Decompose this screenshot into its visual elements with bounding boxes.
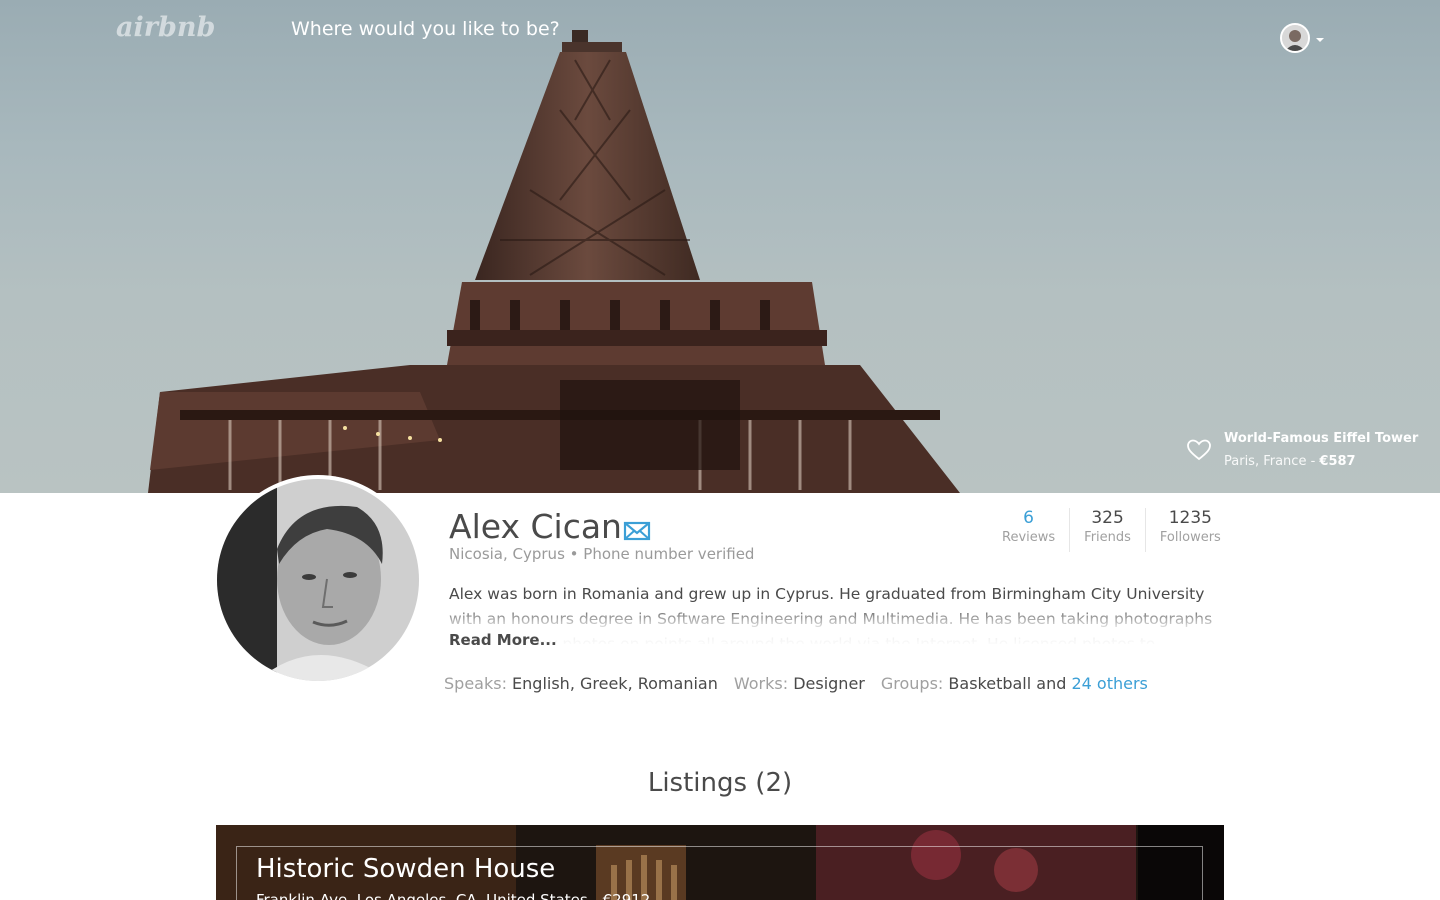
listing-subtitle: Franklin Ave, Los Angeles, CA, United St… xyxy=(256,891,651,900)
featured-subtitle: Paris, France - €587 xyxy=(1224,454,1356,469)
profile-photo xyxy=(213,475,423,685)
groups-others-link[interactable]: 24 others xyxy=(1071,674,1147,693)
stat-value: 325 xyxy=(1091,508,1124,528)
user-menu[interactable] xyxy=(1280,23,1324,53)
stat-reviews[interactable]: 6 Reviews xyxy=(988,508,1071,552)
profile-meta: Speaks: English, Greek, Romanian Works: D… xyxy=(444,674,1148,693)
listings-title: Listings (2) xyxy=(647,768,793,798)
listing-card[interactable]: Historic Sowden House Franklin Ave, Los … xyxy=(216,825,1224,900)
featured-price: €587 xyxy=(1319,454,1356,469)
caret-down-icon[interactable] xyxy=(1316,38,1324,42)
user-avatar-icon xyxy=(1282,25,1308,51)
featured-location: Paris, France xyxy=(1224,454,1307,469)
eiffel-tower-image xyxy=(148,30,960,493)
groups-label: Groups: xyxy=(880,674,944,693)
speaks-value: English, Greek, Romanian xyxy=(512,674,718,693)
stat-friends[interactable]: 325 Friends xyxy=(1070,508,1146,552)
search-prompt[interactable]: Where would you like to be? xyxy=(291,18,560,40)
featured-separator: - xyxy=(1306,454,1320,469)
profile-portrait xyxy=(217,479,419,681)
works-label: Works: xyxy=(733,674,789,693)
profile-location: Nicosia, Cyprus • Phone number verified xyxy=(449,545,755,563)
works-value: Designer xyxy=(793,674,865,693)
envelope-icon[interactable] xyxy=(623,520,651,542)
stat-value: 1235 xyxy=(1168,508,1212,528)
hero-banner: airbnb Where would you like to be? World… xyxy=(0,0,1440,493)
stat-label: Friends xyxy=(1084,530,1131,545)
groups-value: Basketball and xyxy=(948,674,1067,693)
stat-label: Followers xyxy=(1159,530,1221,545)
stat-followers[interactable]: 1235 Followers xyxy=(1146,508,1235,552)
user-avatar[interactable] xyxy=(1280,23,1310,53)
profile-stats: 6 Reviews 325 Friends 1235 Followers xyxy=(988,508,1235,552)
airbnb-logo[interactable]: airbnb xyxy=(116,12,215,43)
speaks-label: Speaks: xyxy=(444,674,507,693)
bio-fade-overlay xyxy=(449,605,1229,647)
profile-name: Alex Cican xyxy=(449,507,622,546)
featured-title[interactable]: World-Famous Eiffel Tower xyxy=(1224,431,1418,446)
heart-icon[interactable] xyxy=(1186,438,1212,462)
read-more-link[interactable]: Read More... xyxy=(449,631,557,649)
stat-label: Reviews xyxy=(1002,530,1056,545)
stat-value: 6 xyxy=(1023,508,1034,528)
listing-name[interactable]: Historic Sowden House xyxy=(256,854,555,884)
